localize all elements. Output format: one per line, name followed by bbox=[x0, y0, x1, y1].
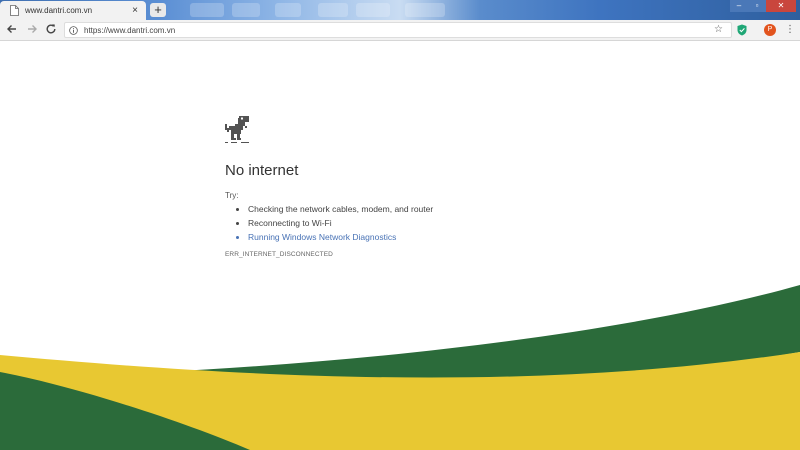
background-blur bbox=[232, 3, 260, 17]
network-diagnostics-link[interactable]: Running Windows Network Diagnostics bbox=[248, 232, 585, 242]
tab-active[interactable]: www.dantri.com.vn × bbox=[0, 1, 146, 20]
error-page: No internet Try: Checking the network ca… bbox=[225, 116, 585, 258]
new-tab-button[interactable]: + bbox=[150, 3, 166, 17]
browser-toolbar: https://www.dantri.com.vn ☆ P ⋮ bbox=[0, 20, 800, 41]
error-title: No internet bbox=[225, 162, 299, 179]
menu-dots-icon[interactable]: ⋮ bbox=[785, 24, 795, 36]
profile-avatar[interactable]: P bbox=[764, 24, 776, 36]
green-swoosh-left bbox=[0, 372, 250, 450]
back-button[interactable] bbox=[5, 23, 19, 37]
background-blur bbox=[405, 3, 445, 17]
browser-window: www.dantri.com.vn × + – ▫ ✕ https://www.… bbox=[0, 0, 800, 450]
background-blur bbox=[190, 3, 224, 17]
reload-icon bbox=[46, 24, 56, 34]
background-blur bbox=[318, 3, 348, 17]
tab-close-button[interactable]: × bbox=[130, 5, 140, 16]
shield-icon[interactable] bbox=[737, 24, 747, 36]
url-text[interactable]: https://www.dantri.com.vn bbox=[84, 26, 175, 35]
window-controls: – ▫ ✕ bbox=[730, 0, 796, 12]
suggestion-item: Checking the network cables, modem, and … bbox=[248, 204, 585, 214]
background-blur bbox=[356, 3, 390, 17]
star-icon[interactable]: ☆ bbox=[714, 24, 723, 36]
info-icon[interactable] bbox=[69, 25, 78, 35]
green-swoosh-right bbox=[160, 285, 800, 382]
background-blur bbox=[275, 3, 301, 17]
address-bar[interactable]: https://www.dantri.com.vn ☆ bbox=[64, 22, 732, 38]
page-icon bbox=[10, 5, 19, 16]
dino-icon bbox=[225, 116, 249, 143]
suggestion-item: Reconnecting to Wi-Fi bbox=[248, 218, 585, 228]
maximize-button[interactable]: ▫ bbox=[748, 0, 766, 12]
forward-button[interactable] bbox=[25, 23, 39, 37]
arrow-right-icon bbox=[28, 25, 37, 33]
try-label: Try: bbox=[225, 191, 239, 200]
tab-title: www.dantri.com.vn bbox=[25, 6, 93, 15]
suggestion-list: Checking the network cables, modem, and … bbox=[225, 204, 585, 242]
minimize-button[interactable]: – bbox=[730, 0, 748, 12]
arrow-left-icon bbox=[7, 25, 16, 33]
close-window-button[interactable]: ✕ bbox=[766, 0, 796, 12]
reload-button[interactable] bbox=[44, 23, 58, 37]
tab-strip: www.dantri.com.vn × + – ▫ ✕ bbox=[0, 0, 800, 20]
error-code: ERR_INTERNET_DISCONNECTED bbox=[225, 251, 333, 258]
yellow-band bbox=[0, 352, 800, 450]
